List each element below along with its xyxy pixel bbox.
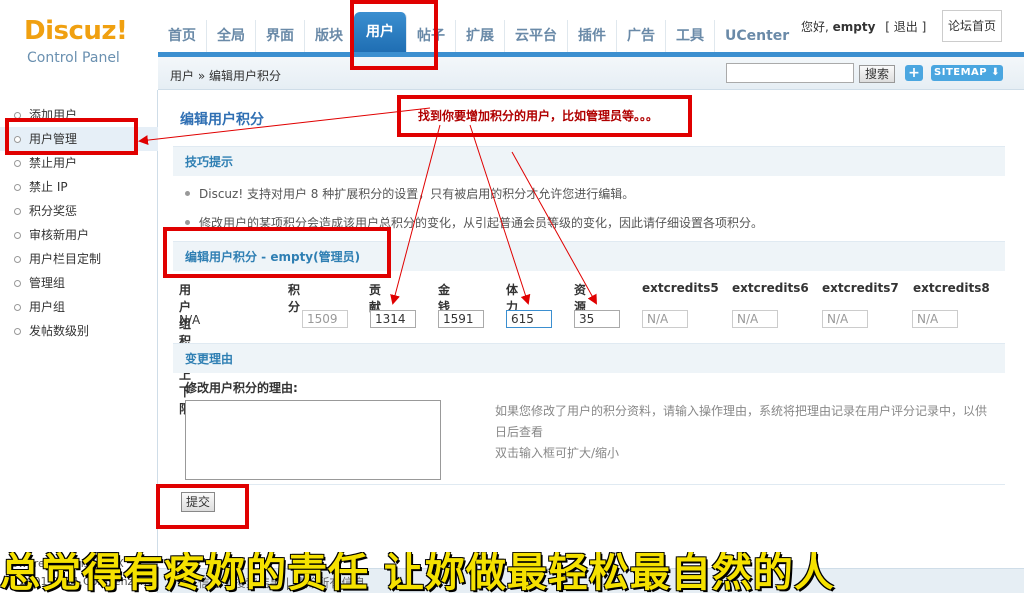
highlight-credits-section [163, 227, 391, 278]
logo[interactable]: Discuz! Control Panel [0, 0, 158, 90]
username: empty [832, 20, 876, 34]
sidebar-item-post-levels[interactable]: 发帖数级别 [0, 319, 158, 343]
tip-text: Discuz! 支持对用户 8 种扩展积分的设置，只有被启用的积分才允许您进行编… [199, 187, 635, 201]
highlight-submit [156, 484, 249, 529]
bullet-icon [185, 191, 190, 196]
bullet-icon [14, 256, 21, 263]
credit-input-ext8[interactable]: N/A [912, 310, 958, 328]
header: Discuz! Control Panel 首页 全局 界面 版块 用户 帖子 … [0, 0, 1024, 66]
highlight-nav-user [350, 0, 438, 70]
sidebar-item-label: 禁止用户 [29, 156, 78, 170]
sidebar-item-label: 积分奖惩 [29, 204, 78, 218]
hint-line: 双击输入框可扩大/缩小 [495, 446, 620, 460]
sidebar-item-label: 用户栏目定制 [29, 252, 102, 266]
bullet-icon [14, 160, 21, 167]
credit-input-resource[interactable]: 35 [574, 310, 620, 328]
reason-header: 变更理由 [173, 343, 1005, 373]
sidebar-item-label: 用户组 [29, 300, 66, 314]
column-header: extcredits7 [822, 281, 899, 295]
forum-home-button[interactable]: 论坛首页 [942, 10, 1002, 42]
sidebar-item-admin-groups[interactable]: 管理组 [0, 271, 158, 295]
credit-input-score[interactable]: 1509 [302, 310, 348, 328]
search-input[interactable] [726, 63, 854, 83]
breadcrumb-bar: 用户 » 编辑用户积分 搜索 + SITEMAP ⬇ [158, 57, 1024, 90]
bullet-icon [14, 280, 21, 287]
reason-hint: 如果您修改了用户的积分资料，请输入操作理由，系统将把理由记录在用户评分记录中，以… [495, 401, 995, 464]
callout-text: 找到你要增加积分的用户，比如管理员等。。。 [418, 109, 659, 123]
credit-input-ext5[interactable]: N/A [642, 310, 688, 328]
sidebar-item-label: 禁止 IP [29, 180, 68, 194]
search-button[interactable]: 搜索 [859, 65, 895, 83]
nav-tools[interactable]: 工具 [666, 20, 715, 52]
tip-item: Discuz! 支持对用户 8 种扩展积分的设置，只有被启用的积分才允许您进行编… [185, 185, 634, 202]
logo-subtitle: Control Panel [27, 50, 120, 66]
nav-plugin[interactable]: 插件 [568, 20, 617, 52]
logout-link[interactable]: [ 退出 ] [885, 20, 926, 34]
group-limit: N/A [179, 313, 201, 327]
column-header: extcredits8 [913, 281, 990, 295]
sidebar-item-label: 发帖数级别 [29, 324, 90, 338]
bullet-icon [14, 328, 21, 335]
credit-input-contribution[interactable]: 1314 [370, 310, 416, 328]
column-header: 积分 [288, 283, 301, 314]
bullet-icon [185, 220, 190, 225]
nav-style[interactable]: 界面 [256, 20, 305, 52]
reason-label: 修改用户积分的理由: [185, 381, 298, 395]
sidebar-item-user-groups[interactable]: 用户组 [0, 295, 158, 319]
divider [173, 484, 1005, 485]
credit-input-money[interactable]: 1591 [438, 310, 484, 328]
credit-input-ext7[interactable]: N/A [822, 310, 868, 328]
logo-title: Discuz! [24, 16, 128, 46]
bullet-icon [14, 304, 21, 311]
nav-adv[interactable]: 广告 [617, 20, 666, 52]
sidebar-item-label: 管理组 [29, 276, 66, 290]
sidebar-item-label: 审核新用户 [29, 228, 90, 242]
user-info: 您好, empty [ 退出 ] [801, 18, 926, 35]
bullet-icon [14, 208, 21, 215]
greeting: 您好, [801, 20, 829, 34]
nav-ucenter[interactable]: UCenter [715, 20, 799, 52]
tips-header: 技巧提示 [173, 146, 1005, 176]
nav-forum[interactable]: 版块 [305, 20, 354, 52]
hint-line: 如果您修改了用户的积分资料，请输入操作理由，系统将把理由记录在用户评分记录中，以… [495, 404, 988, 418]
credit-input-ext6[interactable]: N/A [732, 310, 778, 328]
sidebar-item-ban-ip[interactable]: 禁止 IP [0, 175, 158, 199]
top-nav: 首页 全局 界面 版块 用户 帖子 扩展 云平台 插件 广告 工具 UCente… [158, 12, 799, 52]
sidebar-item-review-users[interactable]: 审核新用户 [0, 223, 158, 247]
nav-home[interactable]: 首页 [158, 20, 207, 52]
nav-cloud[interactable]: 云平台 [505, 20, 568, 52]
column-header: extcredits6 [732, 281, 809, 295]
sidebar-item-credits-reward[interactable]: 积分奖惩 [0, 199, 158, 223]
bullet-icon [14, 184, 21, 191]
nav-extended[interactable]: 扩展 [456, 20, 505, 52]
sidebar-item-profile-fields[interactable]: 用户栏目定制 [0, 247, 158, 271]
sidebar: 添加用户 用户管理 禁止用户 禁止 IP 积分奖惩 审核新用户 用户栏目定制 管… [0, 90, 158, 593]
credit-input-stamina[interactable]: 615 [506, 310, 552, 328]
sitemap-button[interactable]: SITEMAP ⬇ [931, 65, 1003, 81]
nav-global[interactable]: 全局 [207, 20, 256, 52]
video-subtitle: 总觉得有疼妳的责任 让妳做最轻松最自然的人 [0, 552, 835, 593]
bullet-icon [14, 232, 21, 239]
reason-textarea[interactable] [185, 400, 441, 480]
add-shortcut-button[interactable]: + [905, 65, 923, 81]
breadcrumb: 用户 » 编辑用户积分 [170, 69, 281, 83]
highlight-sidebar-user-manage [5, 118, 138, 155]
column-header: extcredits5 [642, 281, 719, 295]
hint-line: 日后查看 [495, 425, 544, 439]
page-title: 编辑用户积分 [180, 112, 264, 128]
